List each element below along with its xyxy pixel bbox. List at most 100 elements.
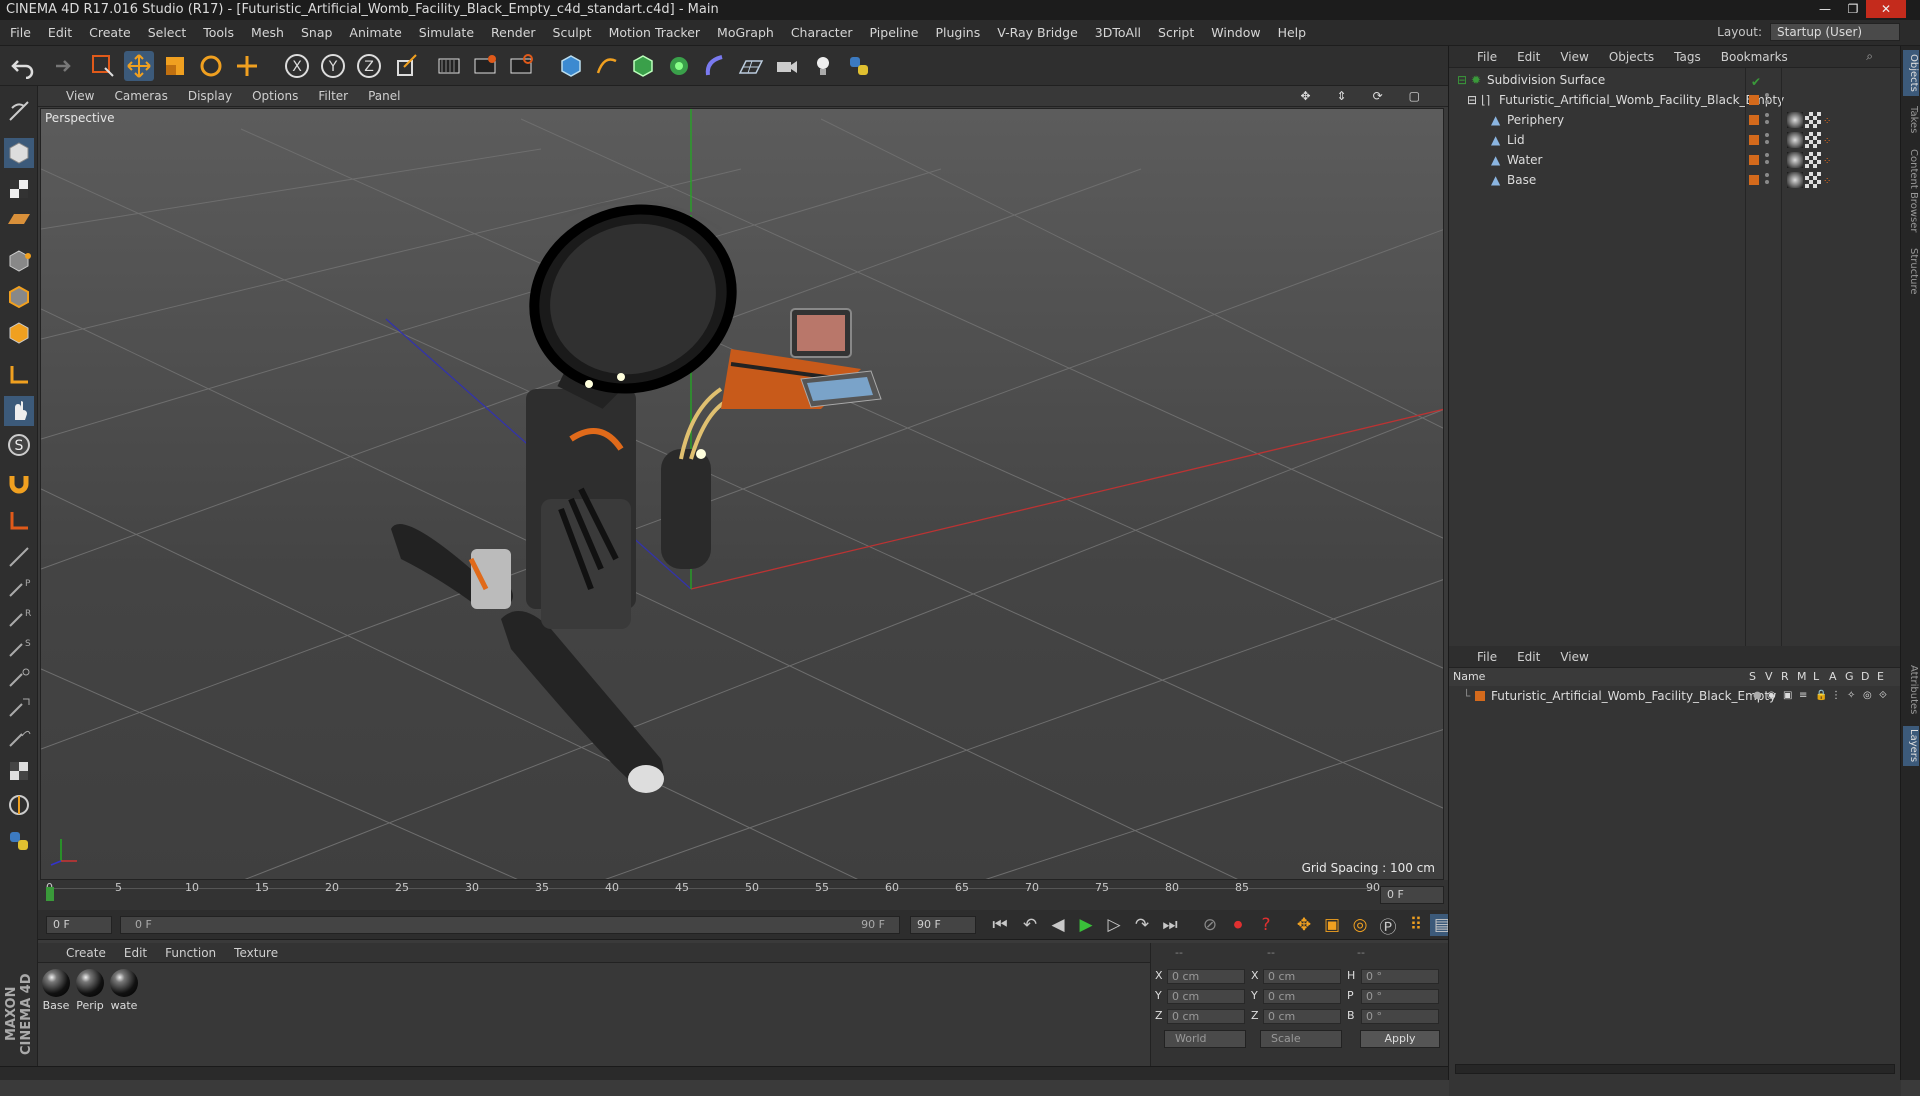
object-row-periphery[interactable]: ▲ Periphery ⁘ [1449, 110, 1901, 130]
python-script-icon[interactable] [4, 826, 34, 856]
menu-help[interactable]: Help [1278, 25, 1307, 40]
next-frame-icon[interactable]: ▷ [1102, 914, 1126, 936]
pin-tool-icon[interactable]: P [4, 572, 34, 602]
enabled-check-icon[interactable]: ✔ [1751, 72, 1767, 89]
x-axis-lock-icon[interactable]: X [282, 51, 312, 81]
polygons-mode-icon[interactable] [4, 318, 34, 348]
snapping-icon[interactable]: S [4, 430, 34, 460]
deformer-icon[interactable] [700, 51, 730, 81]
move-tool-icon[interactable] [124, 51, 154, 81]
tab-takes[interactable]: Takes [1903, 102, 1919, 138]
menu-script[interactable]: Script [1158, 25, 1194, 40]
menu-file[interactable]: File [10, 25, 31, 40]
y-axis-lock-icon[interactable]: Y [318, 51, 348, 81]
tab-objects[interactable]: Objects [1903, 50, 1919, 96]
viewport-maximize-icon[interactable]: ▢ [1409, 89, 1420, 103]
womb-facility-model[interactable] [391, 182, 882, 793]
menu-mograph[interactable]: MoGraph [717, 25, 774, 40]
z-axis-lock-icon[interactable]: Z [354, 51, 384, 81]
texture-mode-icon[interactable] [4, 174, 34, 204]
mograph-cloner-icon[interactable] [664, 51, 694, 81]
material-swatch[interactable]: Base [40, 969, 72, 1012]
uv-lock-icon[interactable] [4, 756, 34, 786]
uvw-tag-icon[interactable] [1805, 112, 1821, 128]
viewport-rotate-icon[interactable]: ⟳ [1373, 89, 1383, 103]
workplane-axis-icon[interactable] [4, 506, 34, 536]
workplane-mode-icon[interactable] [4, 204, 34, 234]
visibility-dots-icon[interactable] [1765, 113, 1769, 127]
live-selection-icon[interactable] [88, 51, 118, 81]
render-settings-icon[interactable] [506, 51, 536, 81]
tweak-mode-icon[interactable] [4, 396, 34, 426]
uvw-tag-icon[interactable] [1805, 132, 1821, 148]
material-tag-icon[interactable] [1787, 152, 1803, 168]
layout-dropdown[interactable]: Startup (User) [1770, 23, 1900, 41]
visibility-dots-icon[interactable] [1765, 173, 1769, 187]
material-tag-icon[interactable] [1787, 132, 1803, 148]
visible-eye-icon[interactable]: ◉ [1767, 686, 1776, 706]
position-y-field[interactable]: 0 cm [1167, 989, 1245, 1004]
menu-motion-tracker[interactable]: Motion Tracker [609, 25, 700, 40]
play-icon[interactable]: ▶ [1074, 914, 1098, 936]
menu-tools[interactable]: Tools [203, 25, 234, 40]
smooth-brush-icon[interactable]: S [4, 632, 34, 662]
menu-character[interactable]: Character [791, 25, 853, 40]
undo-icon[interactable] [8, 51, 38, 81]
go-to-start-icon[interactable]: ⏮ [988, 914, 1012, 936]
material-swatch[interactable]: Perip [74, 969, 106, 1012]
material-tag-icon[interactable] [1787, 112, 1803, 128]
layers-menu-view[interactable]: View [1560, 650, 1588, 664]
menu-3dtoall[interactable]: 3DToAll [1095, 25, 1141, 40]
expression-icon[interactable]: ⟐ [1879, 686, 1887, 706]
points-mode-icon[interactable] [4, 246, 34, 276]
timeline-ruler[interactable]: 0 5 10 15 20 25 30 35 40 45 50 55 60 65 … [38, 880, 1448, 910]
rotate-tool-icon[interactable] [196, 51, 226, 81]
search-icon[interactable]: ⌕ [1866, 49, 1873, 64]
size-z-field[interactable]: 0 cm [1263, 1009, 1341, 1024]
coordinate-system-icon[interactable] [392, 51, 422, 81]
scale-key-icon[interactable]: ▣ [1320, 914, 1344, 936]
object-row-lid[interactable]: ▲ Lid ⁘ [1449, 130, 1901, 150]
start-frame-field[interactable]: 0 F [46, 916, 112, 934]
viewport-menu-display[interactable]: Display [188, 89, 232, 103]
horizontal-scrollbar[interactable] [1455, 1064, 1895, 1074]
cube-object-icon[interactable] [556, 51, 586, 81]
visibility-dots-icon[interactable] [1765, 133, 1769, 147]
menu-select[interactable]: Select [148, 25, 187, 40]
object-row-facility[interactable]: ⊟ ⌊⌉ Futuristic_Artificial_Womb_Facility… [1449, 90, 1901, 110]
deformer-icon[interactable]: ◎ [1863, 686, 1872, 706]
menu-vray-bridge[interactable]: V-Ray Bridge [997, 25, 1078, 40]
menu-sculpt[interactable]: Sculpt [553, 25, 592, 40]
rotation-b-field[interactable]: 0 ° [1361, 1009, 1439, 1024]
tab-attributes[interactable]: Attributes [1903, 662, 1919, 718]
grab-brush-icon[interactable] [4, 692, 34, 722]
viewport-move-icon[interactable]: ✥ [1300, 89, 1310, 103]
size-x-field[interactable]: 0 cm [1263, 969, 1341, 984]
camera-icon[interactable] [772, 51, 802, 81]
current-frame-field[interactable]: 0 F [1380, 886, 1444, 904]
point-level-key-icon[interactable]: ⠿ [1404, 914, 1428, 936]
animation-icon[interactable]: ⋮ [1831, 686, 1841, 706]
frame-range-slider[interactable]: 0 F 90 F [120, 916, 900, 934]
position-key-icon[interactable]: ✥ [1292, 914, 1316, 936]
menu-create[interactable]: Create [89, 25, 131, 40]
rotate-brush-icon[interactable]: R [4, 602, 34, 632]
menu-mesh[interactable]: Mesh [251, 25, 284, 40]
subdivision-generator-icon[interactable] [628, 51, 658, 81]
floor-object-icon[interactable] [736, 51, 766, 81]
light-icon[interactable] [808, 51, 838, 81]
keyframe-selection-icon[interactable]: ? [1254, 914, 1278, 936]
objects-menu-bookmarks[interactable]: Bookmarks [1721, 50, 1788, 64]
brush-tool-icon[interactable] [4, 542, 34, 572]
render-to-picture-viewer-icon[interactable] [470, 51, 500, 81]
spline-brush-icon[interactable] [4, 722, 34, 752]
selection-tag-icon[interactable]: ⁘ [1823, 112, 1839, 128]
viewport-zoom-icon[interactable]: ⇕ [1337, 89, 1347, 103]
solo-mode-icon[interactable] [4, 790, 34, 820]
object-row-subdivision-surface[interactable]: ⊟ ✹ Subdivision Surface ✔ [1449, 70, 1901, 90]
model-mode-icon[interactable] [4, 138, 34, 168]
solo-icon[interactable]: ● [1753, 686, 1762, 706]
close-icon[interactable]: ✕ [1866, 0, 1906, 18]
playhead-marker[interactable] [46, 887, 54, 901]
layers-menu-edit[interactable]: Edit [1517, 650, 1540, 664]
